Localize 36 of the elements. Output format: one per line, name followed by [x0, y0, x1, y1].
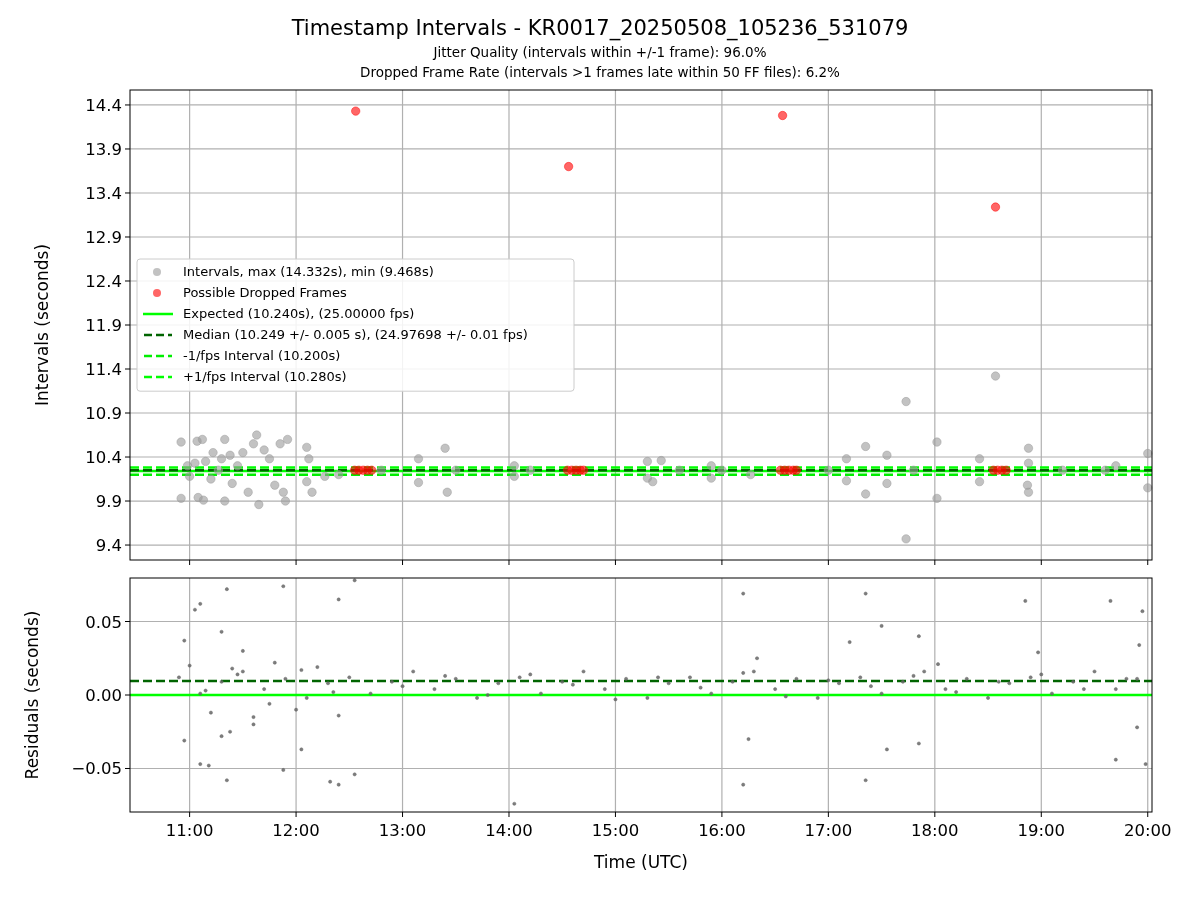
y-tick-label: 11.4 [85, 360, 122, 379]
x-tick-label: 15:00 [591, 821, 640, 840]
y-tick-label: 10.4 [85, 448, 122, 467]
x-tick-label: 13:00 [378, 821, 427, 840]
y-axis-label: Intervals (seconds) [32, 243, 52, 407]
legend-label: -1/fps Interval (10.200s) [183, 348, 341, 363]
legend-label: Expected (10.240s), (25.00000 fps) [183, 306, 415, 321]
y-tick-label: −0.05 [71, 759, 122, 779]
x-tick-label: 19:00 [1017, 821, 1066, 840]
x-tick-label: 18:00 [911, 821, 959, 840]
x-tick-label: 11:00 [165, 821, 214, 840]
legend-label: +1/fps Interval (10.280s) [183, 369, 347, 384]
x-tick-label: 16:00 [698, 821, 746, 840]
legend-label: Median (10.249 +/- 0.005 s), (24.97698 +/- 0.01 fps) [183, 327, 528, 342]
y-tick-label: 13.4 [85, 184, 122, 203]
y-tick-label: 9.9 [95, 492, 122, 512]
y-tick-label: 12.4 [85, 272, 122, 291]
y-tick-label: 0.00 [85, 686, 122, 705]
chart-title: Timestamp Intervals - KR0017_20250508_105236_531079 [290, 15, 910, 42]
x-axis-label: Time (UTC) [594, 852, 688, 872]
x-tick-label: 17:00 [804, 821, 853, 840]
chart-subtitle: Dropped Frame Rate (intervals >1 frames late within 50 FF files): 6.2% [359, 63, 841, 82]
chart-subtitle: Jitter Quality (intervals within +/-1 frame): 96.0% [431, 43, 768, 62]
y-tick-label: 10.9 [85, 404, 122, 423]
y-tick-label: 9.4 [95, 536, 122, 556]
y-tick-label: 12.9 [85, 228, 122, 247]
x-tick-label: 12:00 [272, 821, 320, 840]
legend-label: Intervals, max (14.332s), min (9.468s) [183, 264, 434, 279]
y-tick-label: 11.9 [85, 316, 122, 335]
y-tick-label: 14.4 [85, 95, 122, 115]
y-tick-label: 13.9 [85, 139, 122, 159]
y-tick-label: 0.05 [85, 612, 122, 632]
x-tick-label: 20:00 [1123, 821, 1172, 840]
y-axis-label: Residuals (seconds) [22, 610, 42, 780]
legend-label: Possible Dropped Frames [183, 285, 347, 300]
x-tick-label: 14:00 [485, 821, 533, 840]
